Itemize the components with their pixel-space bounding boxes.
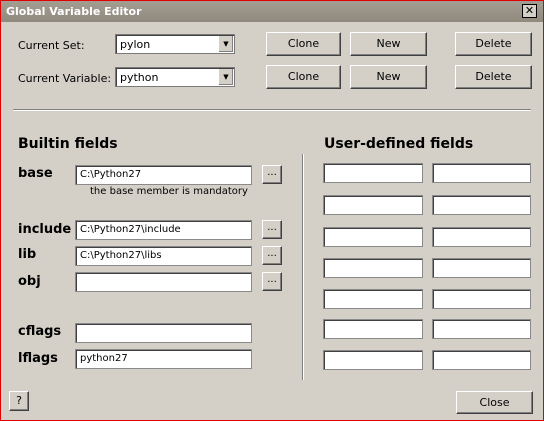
section-divider xyxy=(13,109,531,111)
window-title: Global Variable Editor xyxy=(6,5,142,18)
lflags-field[interactable]: python27 xyxy=(75,349,252,369)
user-field-name[interactable] xyxy=(323,350,423,370)
base-browse-button[interactable]: ... xyxy=(262,165,282,184)
variable-delete-button[interactable]: Delete xyxy=(455,65,532,89)
user-field-value[interactable] xyxy=(432,258,531,278)
user-field-value[interactable] xyxy=(432,319,531,339)
cflags-label: cflags xyxy=(18,324,62,339)
user-field-name[interactable] xyxy=(323,195,423,215)
include-browse-button[interactable]: ... xyxy=(262,220,282,239)
current-variable-value: python xyxy=(120,71,159,84)
user-field-value[interactable] xyxy=(432,289,531,309)
lib-label: lib xyxy=(18,247,37,262)
user-field-name[interactable] xyxy=(323,163,423,183)
lib-browse-button[interactable]: ... xyxy=(262,246,282,265)
user-field-name[interactable] xyxy=(323,319,423,339)
user-field-value[interactable] xyxy=(432,195,531,215)
title-bar[interactable]: Global Variable Editor ✕ xyxy=(1,1,543,22)
variable-clone-button[interactable]: Clone xyxy=(266,65,341,89)
current-variable-label: Current Variable: xyxy=(18,72,112,85)
user-field-value[interactable] xyxy=(432,350,531,370)
current-set-value: pylon xyxy=(120,38,151,51)
global-variable-editor-window: Global Variable Editor ✕ Current Set: py… xyxy=(0,0,544,421)
obj-label: obj xyxy=(18,274,41,289)
user-defined-fields-heading: User-defined fields xyxy=(324,136,474,152)
user-field-value[interactable] xyxy=(432,227,531,247)
lib-field[interactable]: C:\Python27\libs xyxy=(75,246,252,266)
include-field[interactable]: C:\Python27\include xyxy=(75,220,252,240)
set-delete-button[interactable]: Delete xyxy=(455,32,532,56)
obj-field[interactable] xyxy=(75,272,252,292)
help-button[interactable]: ? xyxy=(9,391,29,411)
variable-new-button[interactable]: New xyxy=(350,65,427,89)
obj-browse-button[interactable]: ... xyxy=(262,272,282,291)
chevron-down-icon[interactable]: ▼ xyxy=(218,36,233,52)
close-icon[interactable]: ✕ xyxy=(522,4,537,18)
chevron-down-icon[interactable]: ▼ xyxy=(218,69,233,85)
base-label: base xyxy=(18,166,53,181)
lflags-label: lflags xyxy=(18,351,58,366)
cflags-field[interactable] xyxy=(75,323,252,343)
close-button[interactable]: Close xyxy=(456,391,533,414)
base-field[interactable]: C:\Python27 xyxy=(75,165,252,185)
set-new-button[interactable]: New xyxy=(350,32,427,56)
user-field-name[interactable] xyxy=(323,227,423,247)
column-divider xyxy=(302,154,304,380)
set-clone-button[interactable]: Clone xyxy=(266,32,341,56)
user-field-name[interactable] xyxy=(323,289,423,309)
current-variable-dropdown[interactable]: python ▼ xyxy=(115,67,235,87)
include-label: include xyxy=(18,222,72,237)
current-set-label: Current Set: xyxy=(18,39,85,52)
user-field-name[interactable] xyxy=(323,258,423,278)
base-mandatory-note: the base member is mandatory xyxy=(90,186,248,197)
builtin-fields-heading: Builtin fields xyxy=(18,136,118,152)
user-field-value[interactable] xyxy=(432,163,531,183)
current-set-dropdown[interactable]: pylon ▼ xyxy=(115,34,235,54)
